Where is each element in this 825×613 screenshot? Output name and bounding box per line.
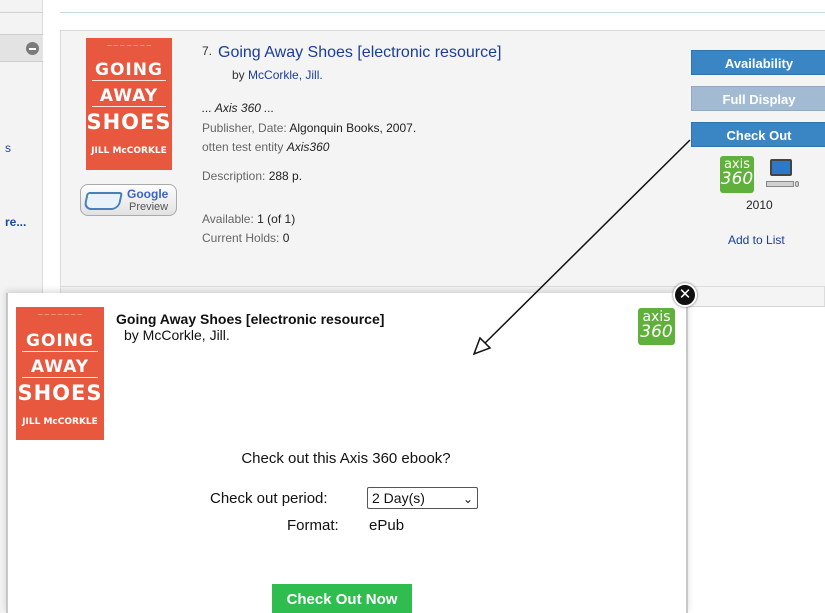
availability-button[interactable]: Availability xyxy=(691,50,825,75)
google-brand-label: Google xyxy=(127,187,169,201)
mouse-shape xyxy=(795,181,799,187)
cover-title-line1: GOING xyxy=(26,331,94,351)
cover-title-line2: AWAY xyxy=(99,86,159,106)
modal-close-icon[interactable]: ✕ xyxy=(673,283,697,307)
publisher-label: Publisher, Date: xyxy=(202,121,287,135)
checkout-period-value: 2 Day(s) xyxy=(372,490,425,506)
modal-axis360-logo-icon: axis 360 xyxy=(638,308,675,345)
add-to-list-link[interactable]: Add to List xyxy=(728,233,785,247)
chevron-down-icon: ⌄ xyxy=(462,492,473,506)
monitor-shape xyxy=(770,159,792,176)
record-description: Description: 288 p. xyxy=(202,169,302,183)
record-number: 7. xyxy=(202,44,213,58)
entity-label: otten test entity xyxy=(202,140,284,154)
modal-author: by McCorkle, Jill. xyxy=(124,327,230,343)
cover-blurb: — — — — — — — xyxy=(37,312,83,318)
axis-logo-number: 360 xyxy=(720,169,754,189)
publisher-value: Algonquin Books, 2007. xyxy=(289,121,417,135)
byline-prefix: by xyxy=(232,68,245,82)
cover-author: JILL McCORKLE xyxy=(91,146,167,156)
axis-note-text: ... Axis 360 ... xyxy=(202,101,275,115)
record-available: Available: 1 (of 1) xyxy=(202,212,295,226)
available-label: Available: xyxy=(202,212,254,226)
available-value: 1 (of 1) xyxy=(257,212,296,226)
open-book-icon xyxy=(83,192,123,210)
axis-logo-number: 360 xyxy=(640,322,673,342)
record-author-link[interactable]: McCorkle, Jill. xyxy=(248,68,323,82)
holds-value: 0 xyxy=(282,231,290,245)
check-out-button[interactable]: Check Out xyxy=(691,122,825,147)
record-title-link[interactable]: Going Away Shoes [electronic resource] xyxy=(218,44,501,62)
record-axis-note: ... Axis 360 ... xyxy=(202,101,274,115)
collapse-minus-icon[interactable] xyxy=(26,42,39,55)
keyboard-shape xyxy=(766,181,794,187)
google-preview-label: Preview xyxy=(129,201,169,213)
sidebar-divider xyxy=(0,12,43,13)
axis360-logo-icon: axis 360 xyxy=(720,156,754,193)
record-holds: Current Holds: 0 xyxy=(202,231,289,245)
google-preview-button[interactable]: Google Preview xyxy=(80,184,177,216)
cover-blurb: — — — — — — — xyxy=(106,43,152,49)
format-label: Format: xyxy=(287,517,339,534)
record-publisher: Publisher, Date: Algonquin Books, 2007. xyxy=(202,121,416,135)
description-value: 288 p. xyxy=(268,169,303,183)
record-year: 2010 xyxy=(746,198,773,212)
sidebar-link-fragment[interactable]: s xyxy=(5,141,11,155)
cover-rule xyxy=(22,351,98,352)
cover-rule xyxy=(92,80,166,81)
description-label: Description: xyxy=(202,169,266,183)
cover-rule xyxy=(92,106,166,107)
results-divider xyxy=(60,12,825,13)
full-display-button[interactable]: Full Display xyxy=(691,86,825,111)
checkout-period-select[interactable]: 2 Day(s) ⌄ xyxy=(367,487,478,509)
cover-author: JILL McCORKLE xyxy=(22,417,98,427)
modal-book-cover-image: — — — — — — — GOING AWAY SHOES JILL McCO… xyxy=(16,307,104,440)
cover-title-line2: AWAY xyxy=(30,357,90,377)
cover-title-line1: GOING xyxy=(95,60,163,80)
entity-value: Axis360 xyxy=(286,140,330,154)
cover-title-line3: SHOES xyxy=(17,381,103,405)
record-byline: by McCorkle, Jill. xyxy=(232,68,323,82)
checkout-period-label: Check out period: xyxy=(210,490,328,507)
computer-icon xyxy=(766,159,799,191)
cover-title-line3: SHOES xyxy=(86,110,172,134)
format-value: ePub xyxy=(369,517,405,534)
book-cover-image[interactable]: — — — — — — — GOING AWAY SHOES JILL McCO… xyxy=(86,38,172,170)
modal-question: Check out this Axis 360 ebook? xyxy=(241,450,451,467)
modal-title: Going Away Shoes [electronic resource] xyxy=(116,311,385,327)
holds-label: Current Holds: xyxy=(202,231,280,245)
modal-overlay-rule xyxy=(688,306,825,307)
record-entity: otten test entity Axis360 xyxy=(202,140,329,154)
cover-rule xyxy=(22,377,98,378)
check-out-now-button[interactable]: Check Out Now xyxy=(272,584,412,613)
sidebar-more-link[interactable]: re... xyxy=(5,215,26,229)
